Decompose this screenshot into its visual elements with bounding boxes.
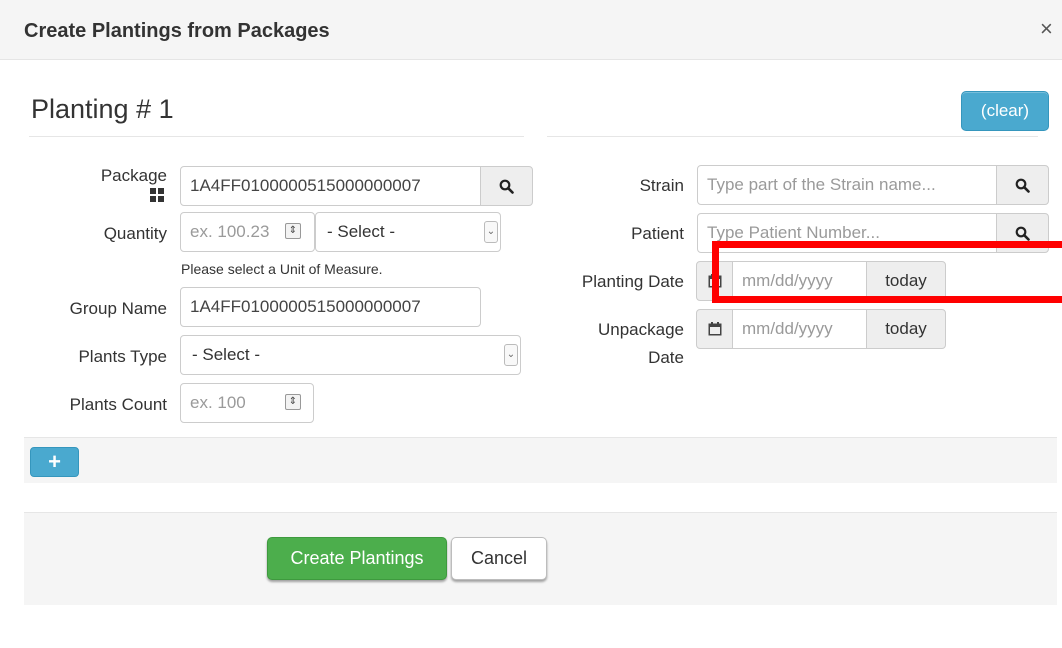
clear-button[interactable]: (clear) bbox=[961, 91, 1049, 131]
calendar-icon bbox=[708, 322, 721, 336]
search-icon bbox=[499, 179, 514, 194]
plants-count-label: Plants Count bbox=[69, 395, 167, 414]
chevron-down-icon: ⌄ bbox=[484, 221, 498, 243]
strain-search-button[interactable] bbox=[996, 165, 1049, 205]
quantity-help-text: Please select a Unit of Measure. bbox=[181, 261, 383, 277]
close-icon[interactable]: × bbox=[1040, 16, 1053, 42]
quantity-unit-select[interactable]: - Select - ⌄ bbox=[315, 212, 501, 252]
plus-icon: + bbox=[48, 449, 61, 474]
search-icon bbox=[1015, 226, 1030, 241]
divider bbox=[29, 136, 524, 137]
patient-label: Patient bbox=[631, 224, 684, 243]
unpackage-date-input[interactable]: mm/dd/yyyy bbox=[732, 309, 867, 349]
highlight-box bbox=[712, 241, 1062, 303]
quantity-label: Quantity bbox=[103, 224, 167, 243]
modal-title: Create Plantings from Packages bbox=[24, 20, 330, 42]
add-planting-button[interactable]: + bbox=[30, 447, 79, 477]
cancel-button[interactable]: Cancel bbox=[451, 537, 547, 580]
quantity-stepper[interactable]: ⇕ bbox=[285, 223, 301, 239]
planting-title: Planting # 1 bbox=[31, 94, 174, 124]
strain-label: Strain bbox=[639, 176, 684, 195]
unpackage-date-today-button[interactable]: today bbox=[866, 309, 946, 349]
package-input[interactable]: 1A4FF0100000515000000007 bbox=[180, 166, 481, 206]
group-name-input[interactable]: 1A4FF0100000515000000007 bbox=[180, 287, 481, 327]
unit-select-value: - Select - bbox=[327, 222, 396, 241]
unpackage-date-label-line2: Date bbox=[648, 348, 684, 367]
search-icon bbox=[1015, 178, 1030, 193]
group-name-label: Group Name bbox=[69, 299, 167, 318]
divider bbox=[547, 136, 1038, 137]
plants-type-select[interactable]: - Select - ⌄ bbox=[180, 335, 521, 375]
plants-count-stepper[interactable]: ⇕ bbox=[285, 394, 301, 410]
planting-date-label: Planting Date bbox=[581, 272, 684, 291]
plants-type-label: Plants Type bbox=[78, 347, 167, 366]
package-label: Package bbox=[100, 166, 167, 185]
package-search-button[interactable] bbox=[480, 166, 533, 206]
plants-type-value: - Select - bbox=[192, 345, 261, 364]
unpackage-date-label: Unpackage bbox=[597, 320, 684, 339]
grid-icon[interactable] bbox=[150, 188, 166, 204]
strain-input[interactable]: Type part of the Strain name... bbox=[697, 165, 997, 205]
unpackage-date-calendar-button[interactable] bbox=[696, 309, 733, 349]
create-plantings-button[interactable]: Create Plantings bbox=[267, 537, 447, 580]
chevron-down-icon: ⌄ bbox=[504, 344, 518, 366]
add-planting-bar bbox=[24, 437, 1057, 483]
